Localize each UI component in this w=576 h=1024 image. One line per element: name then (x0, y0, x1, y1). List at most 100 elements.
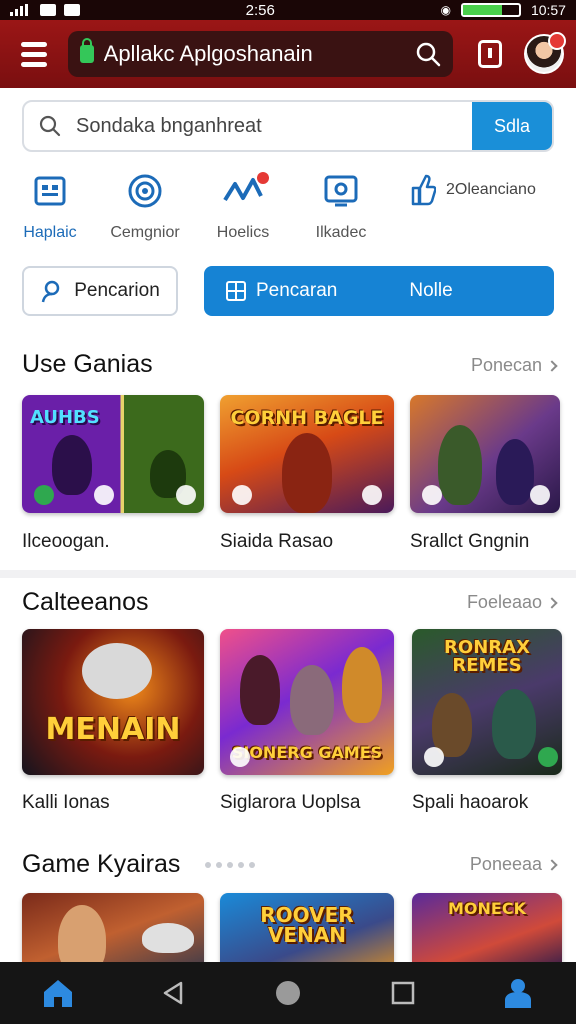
game-art-text: RONRAX REMES (444, 637, 530, 676)
game-art-figure (492, 689, 536, 759)
lock-icon (79, 38, 94, 63)
chevron-right-icon (546, 359, 558, 372)
section-divider (0, 570, 576, 578)
section-more-link[interactable]: Foeleaao (466, 592, 558, 613)
section-title: Game Kyairas (22, 850, 181, 878)
circle-home-icon (275, 981, 300, 1005)
screen-icon (323, 170, 359, 212)
status-left-icons (10, 4, 80, 16)
filter-filled-left-label: Pencaran (256, 280, 338, 301)
game-art-text: CORNH BAGLE (230, 407, 384, 429)
target-icon (127, 170, 163, 212)
game-card[interactable]: MENAIN (22, 629, 204, 775)
game-title: Siglarora Uoplsa (220, 792, 361, 813)
game-art-text: ROOVER VENAN (260, 903, 354, 947)
recents-icon (391, 981, 415, 1005)
nav-recents[interactable] (373, 968, 433, 1018)
search-input[interactable] (76, 102, 472, 150)
game-badge-icon (362, 485, 382, 505)
category-item-2[interactable]: Hoelics (188, 170, 298, 242)
game-card[interactable]: RONRAX REMES (412, 629, 562, 775)
status-time: 2:56 (245, 1, 275, 19)
section-more-link[interactable]: Ponecan (470, 355, 558, 376)
game-title: Ilceoogan. (22, 531, 110, 552)
game-card[interactable]: ROOVER VENAN (220, 893, 394, 973)
filter-outline-label: Pencarion (74, 280, 160, 301)
search-field-icon-wrap (24, 102, 76, 150)
filter-filled-button[interactable]: Pencaran Nolle (204, 266, 554, 316)
game-art-text: AUHBS (30, 407, 100, 428)
avatar[interactable] (524, 32, 566, 74)
battery-fill (462, 5, 503, 15)
search-icon[interactable] (415, 41, 441, 67)
game-art-figure (290, 665, 334, 735)
nav-home-circle[interactable] (258, 968, 318, 1018)
section-link-label: Ponecan (470, 355, 542, 375)
game-card[interactable]: SIONERG GAMES (220, 629, 394, 775)
battery-text: 10:57 (530, 2, 566, 18)
game-badge-icon (424, 747, 444, 767)
category-label: Hoelics (216, 224, 270, 241)
game-card[interactable]: CORNH BAGLE (220, 395, 394, 513)
game-badge-icon (230, 747, 250, 767)
game-title: Spali haoarok (412, 792, 529, 813)
game-card[interactable] (410, 395, 560, 513)
home-icon (43, 980, 72, 1007)
notification-icon (40, 4, 56, 16)
page-dots (205, 862, 255, 868)
game-card[interactable]: AUHBS (22, 395, 204, 513)
chevron-right-icon (546, 596, 558, 609)
app-bar: Apllakc Aplgoshanain (0, 20, 576, 88)
trending-icon (223, 170, 269, 212)
thumbs-up-icon (411, 174, 436, 206)
signal-icon (10, 4, 32, 16)
user-icon (41, 280, 60, 303)
grid-icon (226, 281, 246, 301)
tabs-icon (478, 40, 503, 68)
notification-dot (257, 172, 269, 184)
game-badge-icon (34, 485, 54, 505)
game-art-figure (82, 643, 152, 699)
nav-back[interactable] (143, 968, 203, 1018)
game-title: Kalli Ionas (22, 792, 110, 813)
game-card[interactable] (22, 893, 204, 973)
gamepad-icon (33, 170, 67, 212)
category-item-4[interactable]: 2Oleanciano (410, 174, 536, 206)
filter-outline-button[interactable]: Pencarion (22, 266, 178, 316)
category-label: Ilkadec (315, 224, 367, 241)
category-item-1[interactable]: Cemgnior (90, 170, 200, 242)
game-art-text: MONECK (448, 899, 526, 918)
category-label: 2Oleanciano (446, 181, 536, 198)
game-badge-icon (232, 485, 252, 505)
battery-icon (460, 3, 521, 17)
section-link-label: Foeleaao (466, 592, 542, 612)
url-text: Apllakc Aplgoshanain (103, 41, 313, 66)
game-badge-icon (538, 747, 558, 767)
category-item-3[interactable]: Ilkadec (286, 170, 396, 242)
game-badge-icon (176, 485, 196, 505)
bottom-navigation (0, 962, 576, 1024)
back-icon (163, 981, 183, 1005)
category-label: Haplaic (23, 224, 77, 241)
game-art-figure (496, 439, 534, 505)
game-art-figure (438, 425, 482, 505)
nav-profile[interactable] (488, 968, 548, 1018)
game-card[interactable]: MONECK (412, 893, 562, 973)
game-art-figure (342, 647, 382, 723)
section-title: Use Ganias (22, 350, 153, 378)
filter-filled-right-label: Nolle (409, 280, 453, 301)
menu-button[interactable] (12, 32, 56, 76)
game-badge-icon (422, 485, 442, 505)
game-title: Srallct Gngnin (410, 531, 530, 552)
search-icon (39, 115, 61, 137)
url-bar[interactable]: Apllakc Aplgoshanain (67, 31, 453, 77)
section-more-link[interactable]: Poneeaa (469, 854, 558, 875)
search-button[interactable]: Sdla (472, 102, 552, 150)
game-title: Siaida Rasao (220, 531, 334, 552)
game-art-figure (52, 435, 92, 495)
status-right-icons: ◉ 10:57 (440, 2, 566, 18)
section-link-label: Poneeaa (469, 854, 542, 874)
tabs-button[interactable] (471, 34, 511, 74)
nav-home[interactable] (28, 968, 88, 1018)
status-bar: 2:56 ◉ 10:57 (0, 0, 576, 20)
